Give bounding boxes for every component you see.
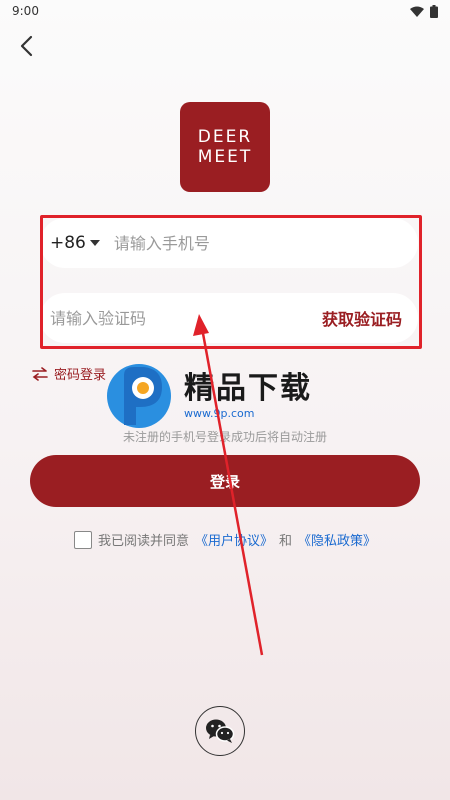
logo-line-2: MEET [197, 147, 253, 167]
verification-code-input[interactable] [50, 308, 322, 328]
watermark: 精品下载 www.9p.com [100, 357, 312, 435]
dropdown-triangle-icon [89, 240, 100, 246]
watermark-url: www.9p.com [184, 407, 255, 420]
phone-field: +86 [40, 218, 418, 268]
wifi-icon [410, 6, 424, 17]
status-icons [410, 4, 438, 18]
password-login-label: 密码登录 [54, 368, 107, 383]
agreement-prefix: 我已阅读并同意 [98, 534, 190, 549]
logo-line-1: DEER [197, 127, 253, 147]
status-time: 9:00 [12, 4, 39, 18]
battery-icon [430, 4, 438, 18]
country-code: +86 [50, 233, 86, 253]
get-code-button[interactable]: 获取验证码 [322, 306, 402, 330]
code-field: 获取验证码 [40, 293, 418, 343]
back-button[interactable] [10, 30, 42, 62]
privacy-policy-link[interactable]: 《隐私政策》 [298, 530, 376, 549]
chevron-left-icon [20, 35, 33, 57]
agreement-row: 我已阅读并同意 《用户协议》 和 《隐私政策》 [74, 530, 376, 549]
phone-input[interactable] [113, 233, 408, 253]
wechat-icon [206, 719, 235, 743]
watermark-p-logo-icon [107, 364, 171, 428]
app-logo: DEER MEET [180, 102, 270, 192]
user-agreement-link[interactable]: 《用户协议》 [195, 530, 273, 549]
auto-register-hint: 未注册的手机号登录成功后将自动注册 [122, 430, 327, 444]
login-button[interactable]: 登录 [30, 455, 420, 507]
country-code-selector[interactable]: +86 [50, 233, 100, 253]
wechat-login-button[interactable] [195, 706, 245, 756]
agreement-and: 和 [279, 534, 293, 549]
swap-arrows-icon [32, 366, 48, 381]
status-bar: 9:00 [0, 0, 450, 22]
agreement-checkbox[interactable] [74, 530, 92, 549]
watermark-title: 精品下载 [184, 371, 312, 406]
login-button-label: 登录 [209, 472, 240, 491]
password-login-link[interactable]: 密码登录 [32, 364, 106, 383]
